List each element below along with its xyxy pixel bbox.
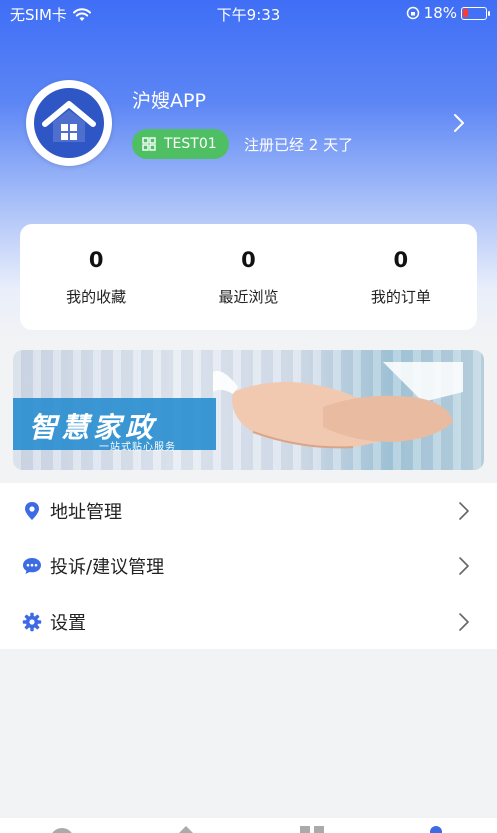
grid-icon [142,137,156,151]
orders-tab-icon[interactable] [298,826,326,833]
username-text: TEST01 [164,136,217,152]
promo-banner[interactable]: 智慧家政 一站式贴心服务 [13,350,484,470]
battery-percent: 18% [423,4,457,22]
menu-label: 投诉/建议管理 [50,557,165,579]
banner-subtitle: 一站式贴心服务 [99,442,176,453]
house-logo-icon [34,88,104,158]
chevron-right-icon [459,612,469,631]
category-tab-icon[interactable] [172,826,200,833]
bottom-tab-bar [0,818,497,833]
menu-label: 地址管理 [50,501,122,523]
stat-favorites[interactable]: 0 我的收藏 [20,224,172,330]
username-badge: TEST01 [132,129,229,159]
menu-item-address[interactable]: 地址管理 [0,483,497,539]
stat-orders[interactable]: 0 我的订单 [325,224,477,330]
stat-label: 我的收藏 [66,287,127,306]
settings-menu: 地址管理 投诉/建议管理 设置 [0,483,497,649]
battery-icon [461,6,490,20]
home-tab-icon[interactable] [48,826,76,833]
chevron-right-icon [459,557,469,576]
chevron-right-icon[interactable] [452,112,466,134]
stats-card: 0 我的收藏 0 最近浏览 0 我的订单 [20,224,477,330]
stat-label: 我的订单 [370,287,431,306]
gear-icon [22,612,42,631]
registration-text: 注册已经 2 天了 [244,136,354,154]
hands-illustration [213,362,463,449]
status-bar: 无SIM卡 下午9:33 18% [0,0,497,28]
profile-tab-icon[interactable] [422,826,450,833]
avatar[interactable] [26,80,112,166]
status-right: 18% [406,4,490,22]
menu-label: 设置 [50,612,86,634]
stat-label: 最近浏览 [218,287,279,306]
menu-item-settings[interactable]: 设置 [0,594,497,650]
chevron-right-icon [459,501,469,520]
chat-bubble-icon [23,558,41,575]
location-pin-icon [25,501,39,520]
menu-item-complaints[interactable]: 投诉/建议管理 [0,539,497,595]
stat-value: 0 [393,247,409,272]
app-name: 沪嫂APP [132,90,206,112]
stat-value: 0 [88,247,104,272]
profile-page: 无SIM卡 下午9:33 18% 沪嫂APP TEST01 注册已经 2 天了 … [0,0,497,833]
stat-value: 0 [241,247,256,272]
orientation-lock-icon [406,6,419,20]
stat-recent-views[interactable]: 0 最近浏览 [172,224,324,330]
